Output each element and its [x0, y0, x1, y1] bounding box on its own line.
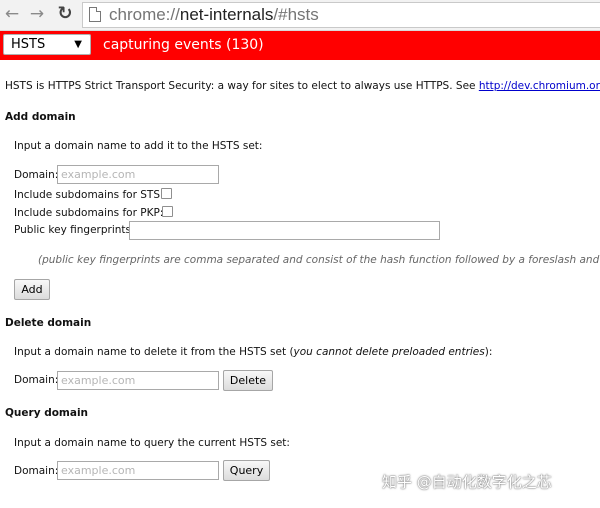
delete-domain-label: Domain:	[14, 374, 59, 386]
status-bar: HSTS ▼ capturing events (130)	[0, 31, 600, 60]
browser-toolbar: ← → ↻ chrome://net-internals/#hsts	[0, 0, 600, 31]
delete-instruction-text: Input a domain name to delete it from th…	[14, 346, 294, 358]
query-button[interactable]: Query	[223, 460, 270, 481]
delete-instruction-italic: you cannot delete preloaded entries	[293, 346, 485, 358]
delete-domain-input[interactable]	[57, 371, 219, 390]
url-text[interactable]: chrome://net-internals/#hsts	[109, 4, 319, 26]
add-domain-label: Domain:	[14, 169, 59, 181]
pkp-subdomains-checkbox[interactable]	[162, 206, 173, 217]
intro-text: HSTS is HTTPS Strict Transport Security:…	[5, 80, 600, 92]
delete-instruction-end: ):	[484, 346, 493, 358]
back-arrow-icon[interactable]: ←	[1, 3, 23, 25]
sts-link[interactable]: http://dev.chromium.org/sts	[479, 80, 600, 92]
pkp-subdomains-label: Include subdomains for PKP:	[14, 207, 164, 219]
page-icon	[89, 7, 101, 22]
add-domain-instruction: Input a domain name to add it to the HST…	[14, 140, 263, 152]
fingerprints-label: Public key fingerprints:	[14, 224, 135, 236]
add-button[interactable]: Add	[14, 279, 50, 300]
fingerprints-note: (public key fingerprints are comma separ…	[38, 254, 600, 266]
url-path: /#hsts	[273, 5, 319, 24]
add-domain-heading: Add domain	[5, 111, 76, 123]
sts-subdomains-label: Include subdomains for STS:	[14, 189, 164, 201]
delete-domain-heading: Delete domain	[5, 317, 92, 329]
query-domain-instruction: Input a domain name to query the current…	[14, 437, 290, 449]
dropdown-arrow-icon: ▼	[74, 39, 82, 50]
view-selector-dropdown[interactable]: HSTS ▼	[3, 34, 91, 55]
query-domain-label: Domain:	[14, 465, 59, 477]
delete-button[interactable]: Delete	[223, 370, 273, 391]
watermark: 知乎 @自动化数字化之芯	[382, 473, 552, 491]
add-domain-input[interactable]	[57, 165, 219, 184]
query-domain-input[interactable]	[57, 461, 219, 480]
sts-subdomains-checkbox[interactable]	[161, 188, 172, 199]
delete-domain-instruction: Input a domain name to delete it from th…	[14, 346, 492, 358]
query-domain-heading: Query domain	[5, 407, 89, 419]
fingerprints-input[interactable]	[129, 221, 440, 240]
url-host: net-internals	[179, 5, 274, 24]
intro-body: HSTS is HTTPS Strict Transport Security:…	[5, 80, 479, 92]
url-scheme: chrome://	[109, 5, 180, 24]
forward-arrow-icon[interactable]: →	[26, 3, 48, 25]
reload-icon[interactable]: ↻	[54, 3, 76, 25]
address-bar[interactable]: chrome://net-internals/#hsts	[82, 2, 600, 28]
view-selector-value: HSTS	[11, 37, 46, 52]
capture-status: capturing events (130)	[103, 37, 264, 53]
